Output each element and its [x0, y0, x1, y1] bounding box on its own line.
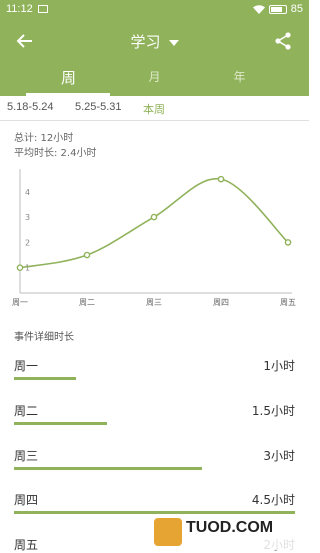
y-tick-label: 2 — [25, 238, 30, 247]
detail-day: 周五 — [14, 538, 39, 552]
detail-day: 周二 — [14, 404, 39, 418]
share-icon[interactable] — [273, 31, 293, 51]
status-time: 11:12 — [6, 3, 33, 15]
line-chart: 1 2 3 4 周一 周二 周三 周四 周五 — [12, 169, 296, 307]
data-point — [217, 175, 225, 183]
detail-day: 周三 — [14, 449, 39, 463]
average-time: 平均时长: 2.4小时 — [14, 148, 97, 159]
y-tick-label: 1 — [25, 264, 30, 273]
wifi-icon — [252, 4, 265, 14]
data-point — [16, 264, 24, 271]
page-title[interactable]: 学习 — [0, 31, 309, 52]
y-tick-label: 4 — [25, 188, 30, 197]
detail-bar — [14, 422, 107, 425]
detail-value: 1小时 — [263, 359, 295, 373]
detail-bar — [14, 377, 76, 380]
x-tick-label: 周五 — [280, 298, 296, 307]
x-tick-label: 周一 — [12, 298, 28, 307]
app-bar: 学习 — [0, 20, 309, 62]
watermark-text: TUOD.COM — [186, 519, 274, 536]
dropdown-caret-icon — [168, 39, 179, 46]
detail-value: 3小时 — [263, 449, 295, 463]
total-time: 总计: 12小时 — [14, 133, 74, 144]
series-line — [19, 178, 289, 269]
detail-value: 1.5小时 — [251, 404, 295, 418]
watermark-logo-icon — [154, 518, 182, 546]
period-tabs: 周 月 年 — [0, 62, 309, 96]
detail-bar — [14, 467, 202, 470]
status-right: 85 — [252, 3, 303, 15]
detail-section-title: 事件详细时长 — [14, 332, 74, 343]
message-icon — [38, 5, 48, 13]
divider — [0, 120, 309, 121]
data-point — [150, 213, 158, 221]
week-selector: 5.18-5.24 5.25-5.31 本周 — [0, 96, 309, 120]
x-tick-label: 周四 — [213, 298, 229, 307]
data-point — [83, 251, 91, 259]
battery-icon — [268, 4, 287, 14]
detail-value: 4.5小时 — [251, 493, 295, 507]
x-tick-label: 周三 — [146, 298, 162, 307]
detail-day: 周四 — [14, 493, 39, 507]
week-item[interactable]: 5.25-5.31 — [75, 101, 121, 113]
tab-year[interactable]: 年 — [188, 68, 291, 85]
title-label: 学习 — [130, 33, 161, 51]
watermark: TUOD.COM — [150, 514, 302, 550]
battery-level: 85 — [290, 3, 303, 15]
y-tick-label: 3 — [25, 213, 30, 222]
week-item-current[interactable]: 本周 — [143, 101, 165, 117]
status-bar: 11:12 85 — [0, 0, 309, 20]
x-tick-label: 周二 — [79, 298, 95, 307]
week-item[interactable]: 5.18-5.24 — [7, 101, 53, 113]
data-point — [284, 239, 292, 246]
detail-day: 周一 — [14, 359, 39, 373]
